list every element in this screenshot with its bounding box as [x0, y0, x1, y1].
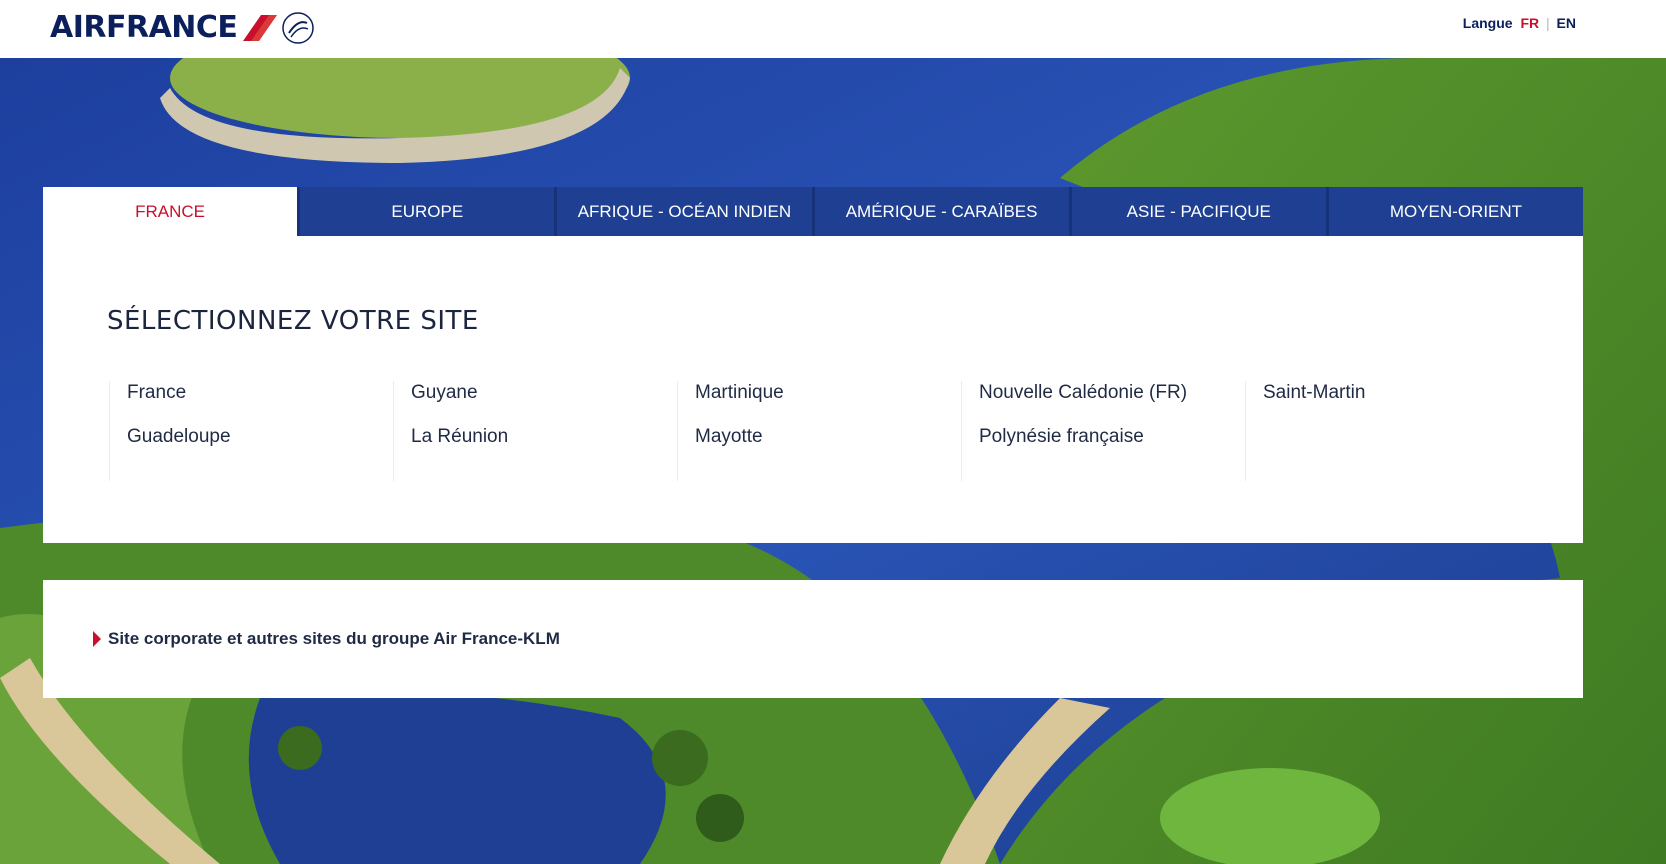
site-link-nouvelle-caledonie[interactable]: Nouvelle Calédonie (FR) — [979, 381, 1245, 425]
region-tabs: FRANCE EUROPE AFRIQUE - OCÉAN INDIEN AMÉ… — [43, 187, 1584, 236]
site-link-saint-martin[interactable]: Saint-Martin — [1263, 381, 1529, 425]
site-column: Nouvelle Calédonie (FR) Polynésie frança… — [961, 381, 1245, 481]
site-link-france[interactable]: France — [127, 381, 393, 425]
site-column: Saint-Martin — [1245, 381, 1529, 481]
corporate-link[interactable]: Site corporate et autres sites du groupe… — [93, 629, 560, 649]
lang-separator: | — [1546, 15, 1550, 31]
tab-moyen-orient[interactable]: MOYEN-ORIENT — [1325, 187, 1584, 236]
lang-fr-link[interactable]: FR — [1520, 15, 1539, 31]
site-link-la-reunion[interactable]: La Réunion — [411, 425, 677, 469]
site-link-martinique[interactable]: Martinique — [695, 381, 961, 425]
tab-europe[interactable]: EUROPE — [297, 187, 555, 236]
airfrance-slash-icon — [243, 15, 278, 41]
site-column: France Guadeloupe — [109, 381, 393, 481]
tab-asie-pacifique[interactable]: ASIE - PACIFIQUE — [1068, 187, 1326, 236]
page-title: SÉLECTIONNEZ VOTRE SITE — [107, 306, 479, 336]
site-link-mayotte[interactable]: Mayotte — [695, 425, 961, 469]
site-column: Martinique Mayotte — [677, 381, 961, 481]
site-header: AIRFRANCE Langue FR | EN — [0, 0, 1666, 58]
brand-name: AIRFRANCE — [50, 10, 238, 45]
language-switcher: Langue FR | EN — [1463, 15, 1576, 31]
tab-afrique-ocean-indien[interactable]: AFRIQUE - OCÉAN INDIEN — [554, 187, 812, 236]
corporate-panel: Site corporate et autres sites du groupe… — [43, 580, 1583, 698]
lang-en-link[interactable]: EN — [1557, 15, 1576, 31]
site-link-guyane[interactable]: Guyane — [411, 381, 677, 425]
airfrance-logo[interactable]: AIRFRANCE — [50, 8, 315, 48]
site-link-polynesie-francaise[interactable]: Polynésie française — [979, 425, 1245, 469]
site-list: France Guadeloupe Guyane La Réunion Mart… — [109, 381, 1529, 481]
skyteam-icon — [282, 12, 315, 44]
tab-amerique-caraibes[interactable]: AMÉRIQUE - CARAÏBES — [811, 187, 1069, 236]
arrow-right-icon — [93, 631, 101, 647]
tab-france[interactable]: FRANCE — [43, 187, 298, 236]
site-link-guadeloupe[interactable]: Guadeloupe — [127, 425, 393, 469]
site-selection-panel: SÉLECTIONNEZ VOTRE SITE France Guadeloup… — [43, 236, 1583, 543]
language-label: Langue — [1462, 15, 1513, 31]
corporate-link-label: Site corporate et autres sites du groupe… — [108, 629, 560, 648]
site-column: Guyane La Réunion — [393, 381, 677, 481]
